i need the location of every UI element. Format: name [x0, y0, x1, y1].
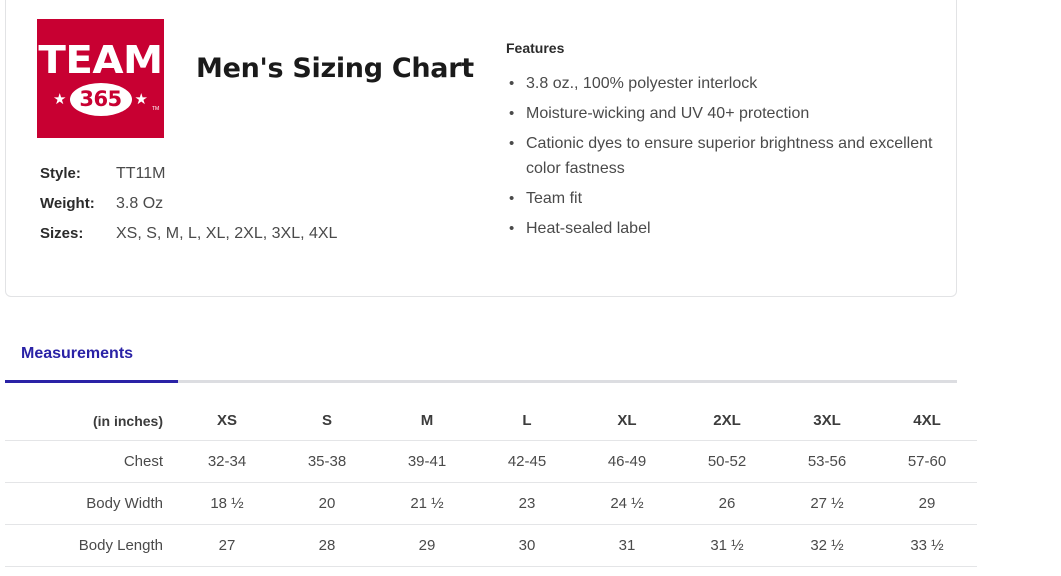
trademark-mark: TM: [152, 106, 160, 112]
column-header-xl: XL: [617, 412, 637, 429]
cell-body-length-l: 30: [477, 524, 577, 567]
column-header-xs: XS: [216, 412, 237, 429]
team-365-logo: TEAM ★ 365 ★ TM: [37, 19, 164, 138]
tab-measurements-label: Measurements: [21, 345, 134, 362]
product-info-card-body: TEAM ★ 365 ★ TM Men's Sizing Chart Style…: [6, 0, 956, 296]
table-row: Chest 32-34 35-38 39-41 42-45 46-49 50-5…: [5, 440, 977, 483]
cell-body-width-s: 20: [277, 482, 377, 525]
page-title: Men's Sizing Chart: [196, 53, 474, 85]
product-spec-list: Style: TT11M Weight: 3.8 Oz Sizes: XS, S…: [40, 165, 480, 255]
measurements-table: (in inches) XS S M L XL 2XL 3XL 4XL Ches…: [5, 403, 977, 567]
spec-row-weight: Weight: 3.8 Oz: [40, 195, 480, 225]
column-header-2xl: 2XL: [713, 412, 741, 429]
cell-body-length-4xl: 33 ½: [877, 524, 977, 567]
cell-body-length-3xl: 32 ½: [777, 524, 877, 567]
features-block: Features 3.8 oz., 100% polyester interlo…: [506, 39, 936, 246]
cell-body-length-xl: 31: [577, 524, 677, 567]
row-label-body-length: Body Length: [5, 524, 177, 567]
logo-wordmark: TEAM: [38, 38, 163, 82]
measurements-table-head: (in inches) XS S M L XL 2XL 3XL 4XL: [5, 403, 977, 441]
table-header-row: (in inches) XS S M L XL 2XL 3XL 4XL: [5, 403, 977, 441]
spec-label-weight: Weight:: [40, 195, 95, 212]
cell-body-width-3xl: 27 ½: [777, 482, 877, 525]
cell-body-width-2xl: 26: [677, 482, 777, 525]
column-header-unit: (in inches): [92, 412, 163, 429]
cell-body-width-xs: 18 ½: [177, 482, 277, 525]
column-header-4xl: 4XL: [913, 412, 941, 429]
spec-row-style: Style: TT11M: [40, 165, 480, 195]
cell-body-length-2xl: 31 ½: [677, 524, 777, 567]
list-item: Moisture-wicking and UV 40+ protection: [509, 101, 936, 126]
spec-row-sizes: Sizes: XS, S, M, L, XL, 2XL, 3XL, 4XL: [40, 225, 480, 255]
cell-chest-2xl: 50-52: [677, 440, 777, 483]
star-icon-left: ★: [53, 90, 67, 108]
cell-body-width-l: 23: [477, 482, 577, 525]
list-item: 3.8 oz., 100% polyester interlock: [509, 71, 936, 96]
cell-chest-xs: 32-34: [177, 440, 277, 483]
cell-chest-3xl: 53-56: [777, 440, 877, 483]
cell-body-length-s: 28: [277, 524, 377, 567]
product-info-card: TEAM ★ 365 ★ TM Men's Sizing Chart Style…: [5, 0, 957, 297]
spec-label-sizes: Sizes:: [40, 225, 84, 242]
cell-chest-4xl: 57-60: [877, 440, 977, 483]
spec-label-style: Style:: [40, 165, 81, 182]
logo-badge-row: ★ 365 ★: [37, 81, 164, 117]
column-header-s: S: [321, 412, 332, 429]
spec-value-sizes: XS, S, M, L, XL, 2XL, 3XL, 4XL: [116, 225, 338, 242]
list-item: Heat-sealed label: [509, 216, 936, 241]
spec-value-style: TT11M: [116, 165, 166, 182]
row-label-chest: Chest: [5, 440, 177, 483]
features-list: 3.8 oz., 100% polyester interlock Moistu…: [506, 71, 936, 241]
cell-chest-l: 42-45: [477, 440, 577, 483]
column-header-m: M: [420, 412, 434, 429]
cell-body-width-xl: 24 ½: [577, 482, 677, 525]
tab-active-indicator: [5, 380, 178, 383]
cell-chest-xl: 46-49: [577, 440, 677, 483]
column-header-l: L: [522, 412, 532, 429]
spec-value-weight: 3.8 Oz: [116, 195, 164, 212]
table-row: Body Width 18 ½ 20 21 ½ 23 24 ½ 26 27 ½ …: [5, 482, 977, 525]
cell-body-length-m: 29: [377, 524, 477, 567]
cell-chest-m: 39-41: [377, 440, 477, 483]
table-row: Body Length 27 28 29 30 31 31 ½ 32 ½ 33 …: [5, 524, 977, 567]
column-header-3xl: 3XL: [813, 412, 841, 429]
cell-body-length-xs: 27: [177, 524, 277, 567]
tab-measurements[interactable]: Measurements: [5, 335, 178, 383]
list-item: Team fit: [509, 186, 936, 211]
features-heading: Features: [506, 40, 565, 56]
row-label-body-width: Body Width: [5, 482, 177, 525]
measurements-table-body: Chest 32-34 35-38 39-41 42-45 46-49 50-5…: [5, 440, 977, 567]
cell-body-width-4xl: 29: [877, 482, 977, 525]
logo-badge-text: 365: [79, 86, 122, 111]
star-icon-right: ★: [134, 90, 148, 108]
list-item: Cationic dyes to ensure superior brightn…: [509, 131, 936, 181]
cell-chest-s: 35-38: [277, 440, 377, 483]
logo-oval: 365: [69, 82, 132, 116]
cell-body-width-m: 21 ½: [377, 482, 477, 525]
tab-bar: Measurements: [5, 335, 957, 383]
